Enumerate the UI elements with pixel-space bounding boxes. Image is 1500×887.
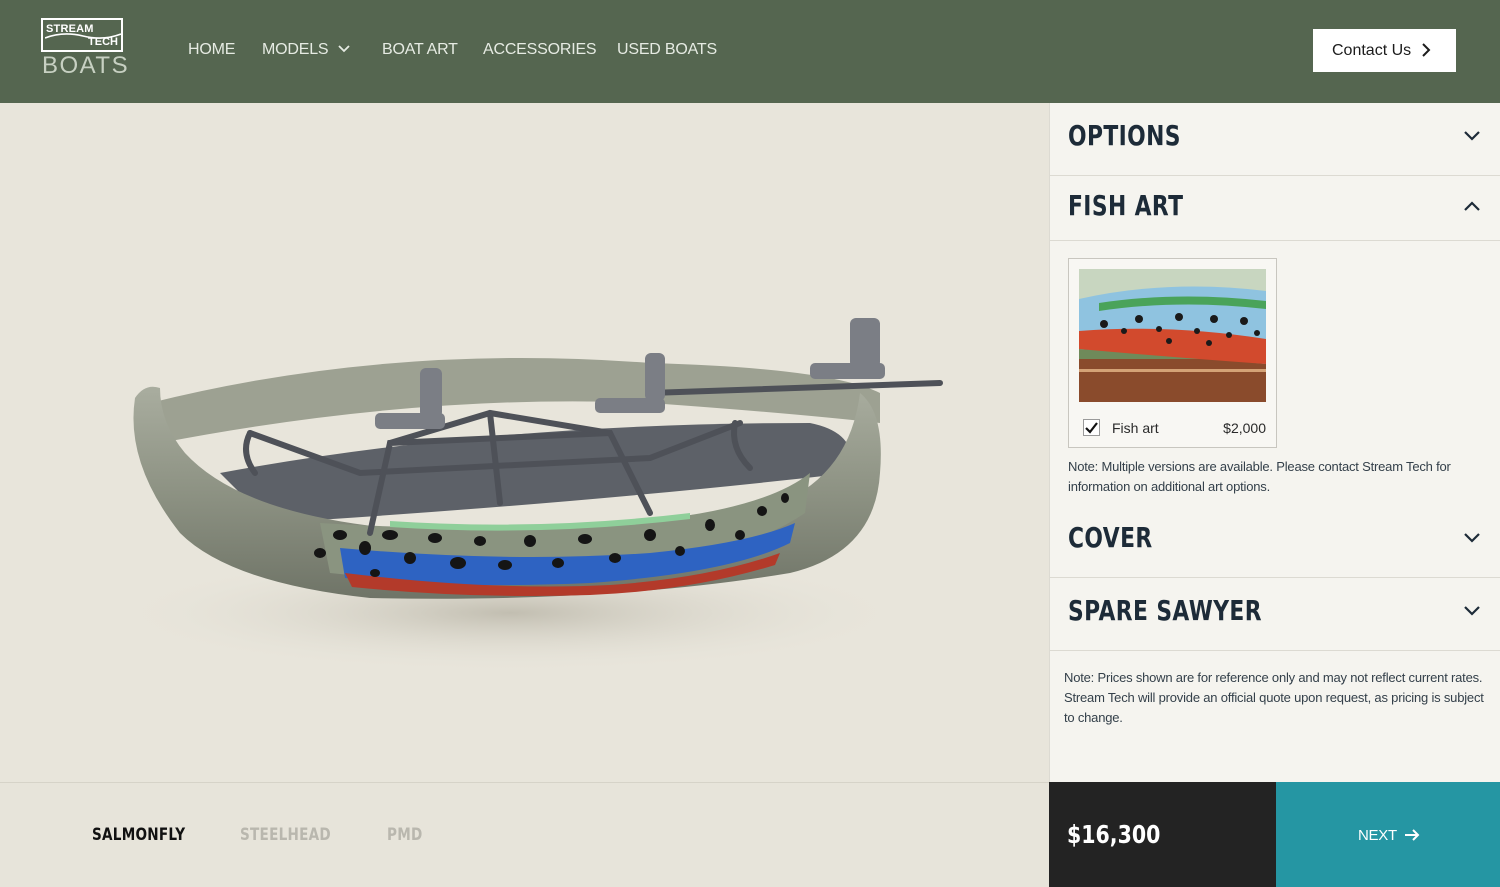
total-price-box: $16,300 [1049,782,1276,887]
section-fish-art-header[interactable]: FISH ART [1050,168,1500,241]
contact-us-label: Contact Us [1332,42,1412,59]
chevron-down-icon [1464,533,1480,543]
fish-art-checkbox[interactable] [1083,419,1100,436]
variant-salmonfly[interactable]: SALMONFLY [92,825,185,845]
pricing-note: Note: Prices shown are for reference onl… [1064,670,1484,725]
chevron-down-icon [1464,131,1480,141]
fish-art-option-price: $2,000 [1223,420,1266,436]
section-title: FISH ART [1068,189,1184,222]
logo-text-boats: BOATS [42,52,130,79]
section-title: SPARE SAWYER [1068,594,1262,627]
raft-model-image [110,318,943,673]
variant-steelhead[interactable]: STEELHEAD [240,825,331,845]
section-title: COVER [1068,521,1153,554]
fish-art-option-label: Fish art [1112,420,1159,436]
logo-frame: STREAM TECH [41,18,123,52]
chevron-up-icon [1464,201,1480,211]
fish-art-option-card[interactable]: Fish art $2,000 [1068,258,1277,448]
fish-art-note: Note: Multiple versions are available. P… [1068,459,1451,494]
checkmark-icon [1085,422,1098,434]
nav-item-boat-art[interactable]: BOAT ART [382,41,458,59]
contact-us-button[interactable]: Contact Us [1313,29,1456,72]
chevron-right-icon [1422,43,1431,57]
next-button[interactable]: NEXT [1276,782,1500,887]
chevron-down-icon[interactable] [338,44,350,54]
nav-item-accessories[interactable]: ACCESSORIES [483,41,597,59]
next-label: NEXT [1358,827,1397,844]
variant-pmd[interactable]: PMD [387,825,423,845]
variant-selector-bar: SALMONFLY STEELHEAD PMD [0,782,1049,887]
nav-item-used-boats[interactable]: USED BOATS [617,41,717,59]
boat-3d-viewer[interactable] [0,103,1049,782]
site-header: STREAM TECH BOATS HOME MODELS BOAT ART A… [0,0,1500,103]
logo-text-tech: TECH [88,36,118,48]
nav-item-models[interactable]: MODELS [262,41,329,59]
nav-item-home[interactable]: HOME [188,41,235,59]
section-options-header[interactable]: OPTIONS [1050,103,1500,176]
arrow-right-icon [1405,829,1420,841]
total-price: $16,300 [1067,820,1161,849]
stream-tech-boats-logo[interactable]: STREAM TECH BOATS [41,18,128,79]
options-panel: OPTIONS FISH ART Fish art $2,000 Note: M… [1049,103,1500,783]
section-title: OPTIONS [1068,119,1181,152]
fish-art-preview-image [1079,269,1266,402]
chevron-down-icon [1464,606,1480,616]
section-spare-sawyer-header[interactable]: SPARE SAWYER [1050,578,1500,651]
section-cover-header[interactable]: COVER [1050,505,1500,578]
